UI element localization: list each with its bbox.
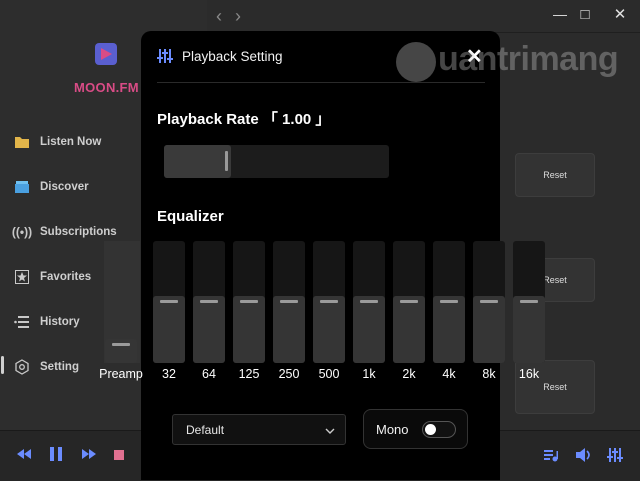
mono-label: Mono: [376, 422, 409, 437]
history-icon: [14, 314, 30, 330]
volume-icon[interactable]: [575, 447, 593, 468]
watermark: uantrimang: [438, 40, 619, 78]
divider: [157, 82, 485, 83]
sidebar-item-discover[interactable]: Discover: [14, 175, 89, 199]
eq-slider-thumb[interactable]: [520, 300, 538, 303]
stop-icon[interactable]: [114, 450, 124, 460]
star-icon: [14, 269, 30, 285]
equalizer-icon[interactable]: [607, 447, 623, 468]
moonfm-logo: [92, 40, 120, 68]
rewind-icon[interactable]: [16, 447, 32, 466]
preset-select[interactable]: Default: [172, 414, 346, 445]
eq-slider-thumb[interactable]: [480, 300, 498, 303]
sidebar-item-label: History: [40, 316, 80, 328]
eq-slider-fill: [313, 296, 345, 363]
eq-slider-thumb[interactable]: [320, 300, 338, 303]
eq-slider-thumb[interactable]: [360, 300, 378, 303]
preset-value: Default: [186, 422, 225, 437]
eq-slider-thumb[interactable]: [160, 300, 178, 303]
watermark-bulb-icon: [396, 42, 436, 82]
playback-rate-thumb[interactable]: [225, 151, 228, 171]
eq-slider-fill: [393, 296, 425, 363]
eq-slider-fill: [513, 296, 545, 363]
reset-button[interactable]: Reset: [515, 153, 595, 197]
eq-slider-thumb[interactable]: [440, 300, 458, 303]
playback-rate-fill: [164, 145, 231, 178]
fast-forward-icon[interactable]: [81, 447, 97, 466]
sidebar-item-label: Discover: [40, 181, 89, 193]
equalizer-label: Equalizer: [157, 208, 224, 225]
eq-slider-thumb[interactable]: [240, 300, 258, 303]
back-arrow-icon[interactable]: ‹: [216, 6, 222, 27]
pause-icon[interactable]: [49, 446, 63, 467]
eq-slider-fill: [193, 296, 225, 363]
forward-arrow-icon[interactable]: ›: [235, 6, 241, 27]
broadcast-icon: ((•)): [11, 225, 33, 239]
eq-slider-fill: [473, 296, 505, 363]
eq-slider-fill: [353, 296, 385, 363]
mono-toggle-knob: [425, 424, 436, 435]
sidebar-item-listen-now[interactable]: Listen Now: [14, 130, 101, 154]
box-icon: [14, 179, 30, 195]
eq-slider-thumb[interactable]: [112, 343, 130, 346]
dialog-title: Playback Setting: [182, 49, 283, 64]
folder-icon: [14, 134, 30, 150]
close-window-icon[interactable]: ✕: [597, 0, 640, 28]
eq-slider-thumb[interactable]: [400, 300, 418, 303]
eq-band-label: 16k: [518, 367, 540, 381]
sidebar-item-subscriptions[interactable]: ((•)) Subscriptions: [11, 220, 117, 244]
eq-slider-thumb[interactable]: [280, 300, 298, 303]
eq-slider-fill: [233, 296, 265, 363]
sidebar-item-label: Listen Now: [40, 136, 102, 148]
active-indicator: [1, 356, 4, 374]
brand-text: MOON.FM: [74, 80, 139, 95]
eq-slider-fill: [433, 296, 465, 363]
sidebar-item-setting[interactable]: Setting: [14, 355, 79, 379]
sidebar-item-label: Setting: [40, 361, 79, 373]
eq-slider-thumb[interactable]: [200, 300, 218, 303]
playlist-icon[interactable]: [543, 447, 559, 468]
sidebar-item-favorites[interactable]: Favorites: [14, 265, 91, 289]
sidebar-item-label: Favorites: [40, 271, 92, 283]
eq-band-label: Preamp: [99, 367, 143, 381]
gear-icon: [14, 359, 30, 375]
sidebar-item-history[interactable]: History: [14, 310, 80, 334]
eq-slider-fill: [153, 296, 185, 363]
chevron-down-icon: [325, 423, 335, 437]
eq-slider-fill: [273, 296, 305, 363]
sidebar-item-label: Subscriptions: [40, 226, 117, 238]
playback-rate-label: Playback Rate 「 1.00 」: [157, 111, 331, 128]
equalizer-icon: [157, 48, 173, 69]
